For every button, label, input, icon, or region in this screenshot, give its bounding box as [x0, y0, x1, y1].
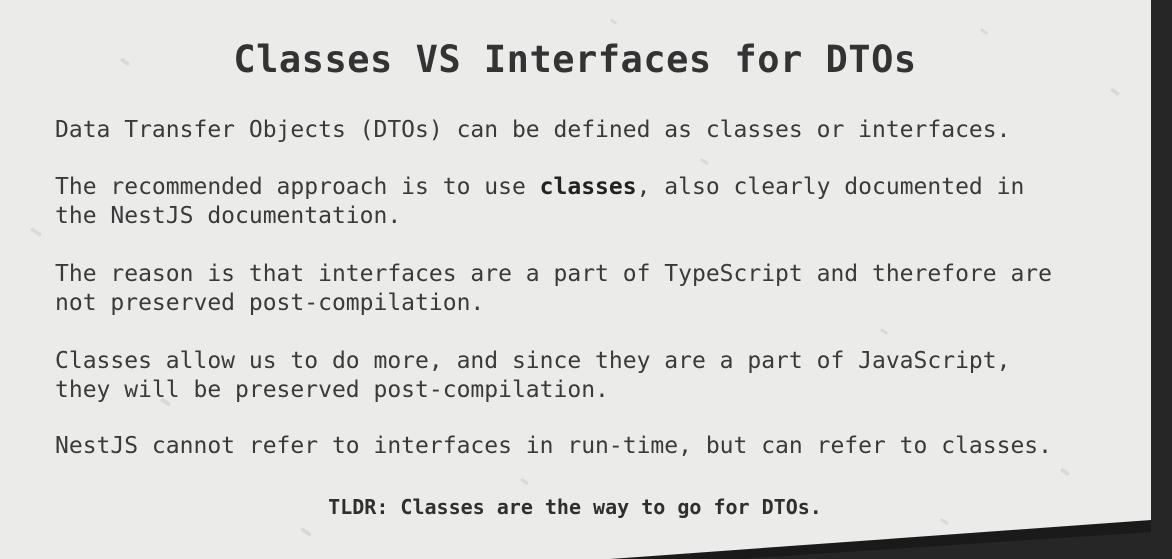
paper-speck	[29, 226, 43, 238]
paragraph-text: The recommended approach is to use	[55, 174, 540, 200]
paper-speck	[1059, 467, 1071, 477]
slide-title: Classes VS Interfaces for DTOs	[233, 38, 917, 81]
paper-speck	[519, 477, 530, 486]
paragraph-runtime-reference: NestJS cannot refer to interfaces in run…	[55, 433, 1052, 459]
paragraph-interfaces-reason: The reason is that interfaces are a part…	[55, 261, 1052, 316]
paper-speck	[699, 157, 710, 166]
emphasis-classes: classes	[539, 174, 637, 200]
paragraph-recommended-approach: The recommended approach is to use class…	[55, 173, 1135, 231]
paragraph-classes-benefits: Classes allow us to do more, and since t…	[55, 348, 1011, 403]
paper-speck	[1109, 87, 1121, 97]
slide-stage: Classes VS Interfaces for DTOs Data Tran…	[0, 0, 1172, 559]
paper-speck	[979, 27, 989, 36]
tldr-summary: TLDR: Classes are the way to go for DTOs…	[328, 495, 822, 519]
paper-speck	[879, 327, 889, 336]
paper-speck	[299, 526, 313, 538]
paragraph-dto-definition: Data Transfer Objects (DTOs) can be defi…	[55, 117, 1011, 143]
paper-speck	[609, 18, 618, 25]
